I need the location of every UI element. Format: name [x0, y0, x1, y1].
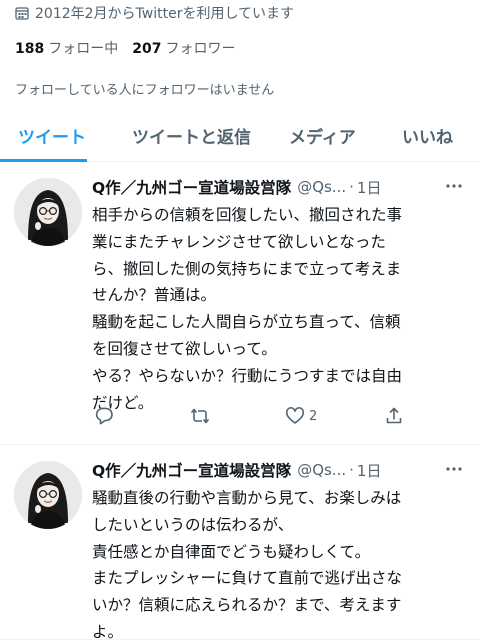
tab-tweets-and-replies[interactable]: ツイートと返信: [132, 123, 251, 148]
more-icon[interactable]: [444, 178, 464, 194]
tweet-text-line: 業にまたチャレンジさせて欲しいとなった: [92, 232, 386, 251]
tweet-text-line: よ。: [92, 622, 124, 640]
reply-icon: [95, 407, 113, 425]
tweet-text-line: 騒動を起こした人間自らが立ち直って、信頼: [92, 313, 401, 332]
tweet-text: 相手からの信頼を回復したい、撤回された事 業にまたチャレンジさせて欲しいとなった…: [92, 202, 470, 416]
more-icon[interactable]: [444, 461, 464, 477]
followers-label[interactable]: フォロワー: [165, 38, 235, 58]
followers-you-follow-note: フォローしている人にフォロワーはいません: [15, 83, 275, 98]
share-button[interactable]: [384, 406, 404, 426]
tweet-text-line: またプレッシャーに負けて直前で逃げ出さな: [92, 569, 403, 588]
separator-dot: ·: [349, 178, 354, 196]
tab-likes[interactable]: いいね: [402, 123, 453, 148]
like-button[interactable]: 2: [285, 406, 317, 426]
followers-count[interactable]: 207: [132, 41, 161, 57]
following-count[interactable]: 188: [15, 41, 44, 57]
profile-tabs: ツイート ツイートと返信 メディア いいね: [0, 112, 480, 162]
author-name[interactable]: Q作／九州ゴー宣道場設営隊: [92, 176, 291, 198]
share-icon: [386, 407, 402, 424]
tweet-text-line: ら、撤回した側の気持ちにまで立って考えま: [92, 259, 402, 278]
author-handle[interactable]: @Qs...: [297, 461, 346, 479]
avatar[interactable]: [14, 178, 82, 246]
calendar-icon: [15, 7, 29, 20]
tweet-text-line: やる？やらないか？行動にうつすまでは自由: [92, 366, 403, 385]
separator-dot: ·: [349, 461, 354, 479]
like-count: 2: [309, 408, 318, 424]
following-label[interactable]: フォロー中: [48, 38, 118, 58]
tweet-header: Q作／九州ゴー宣道場設営隊 @Qs... · 1日: [92, 176, 466, 198]
tweet-time[interactable]: 1日: [357, 460, 382, 481]
tweet-text-line: せんか？普通は。: [92, 286, 217, 305]
tweet-text-line: 責任感とか自律面でどうも疑わしくて。: [92, 542, 371, 561]
follow-counts: 188 フォロー中 207 フォロワー: [15, 38, 245, 58]
tweet-text-line: 相手からの信頼を回復したい、撤回された事: [92, 206, 403, 224]
tweet-text-line: いか？信頼に応えられるか？まで、考えます: [92, 596, 402, 615]
author-handle[interactable]: @Qs...: [297, 178, 346, 196]
tweet-header: Q作／九州ゴー宣道場設営隊 @Qs... · 1日: [92, 459, 466, 481]
retweet-icon: [190, 408, 210, 424]
retweet-button[interactable]: [190, 406, 210, 426]
joined-text: 2012年2月からTwitterを利用しています: [35, 6, 295, 22]
tab-media[interactable]: メディア: [289, 123, 356, 148]
author-name[interactable]: Q作／九州ゴー宣道場設営隊: [92, 459, 291, 481]
profile-meta: 2012年2月からTwitterを利用しています 188 フォロー中 207 フ…: [0, 0, 480, 112]
tweet-text-line: 騒動直後の行動や言動から見て、お楽しみは: [92, 489, 402, 507]
tweet[interactable]: Q作／九州ゴー宣道場設営隊 @Qs... · 1日 相手からの信頼を回復したい、…: [0, 162, 480, 445]
joined-date: 2012年2月からTwitterを利用しています: [15, 4, 294, 22]
tab-tweets[interactable]: ツイート: [18, 123, 86, 148]
tweet-actions: 2: [92, 406, 422, 430]
tweet-text-line: したいというのは伝わるが、: [92, 515, 294, 534]
reply-button[interactable]: [94, 406, 114, 426]
heart-icon: [285, 407, 305, 424]
tweet-text: 騒動直後の行動や言動から見て、お楽しみは したいというのは伝わるが、 責任感とか…: [92, 485, 470, 640]
tweet-text-line: を回復させて欲しいって。: [92, 339, 277, 358]
tweet-time[interactable]: 1日: [357, 177, 382, 198]
avatar[interactable]: [14, 461, 82, 529]
tweet[interactable]: Q作／九州ゴー宣道場設営隊 @Qs... · 1日 騒動直後の行動や言動から見て…: [0, 445, 480, 640]
